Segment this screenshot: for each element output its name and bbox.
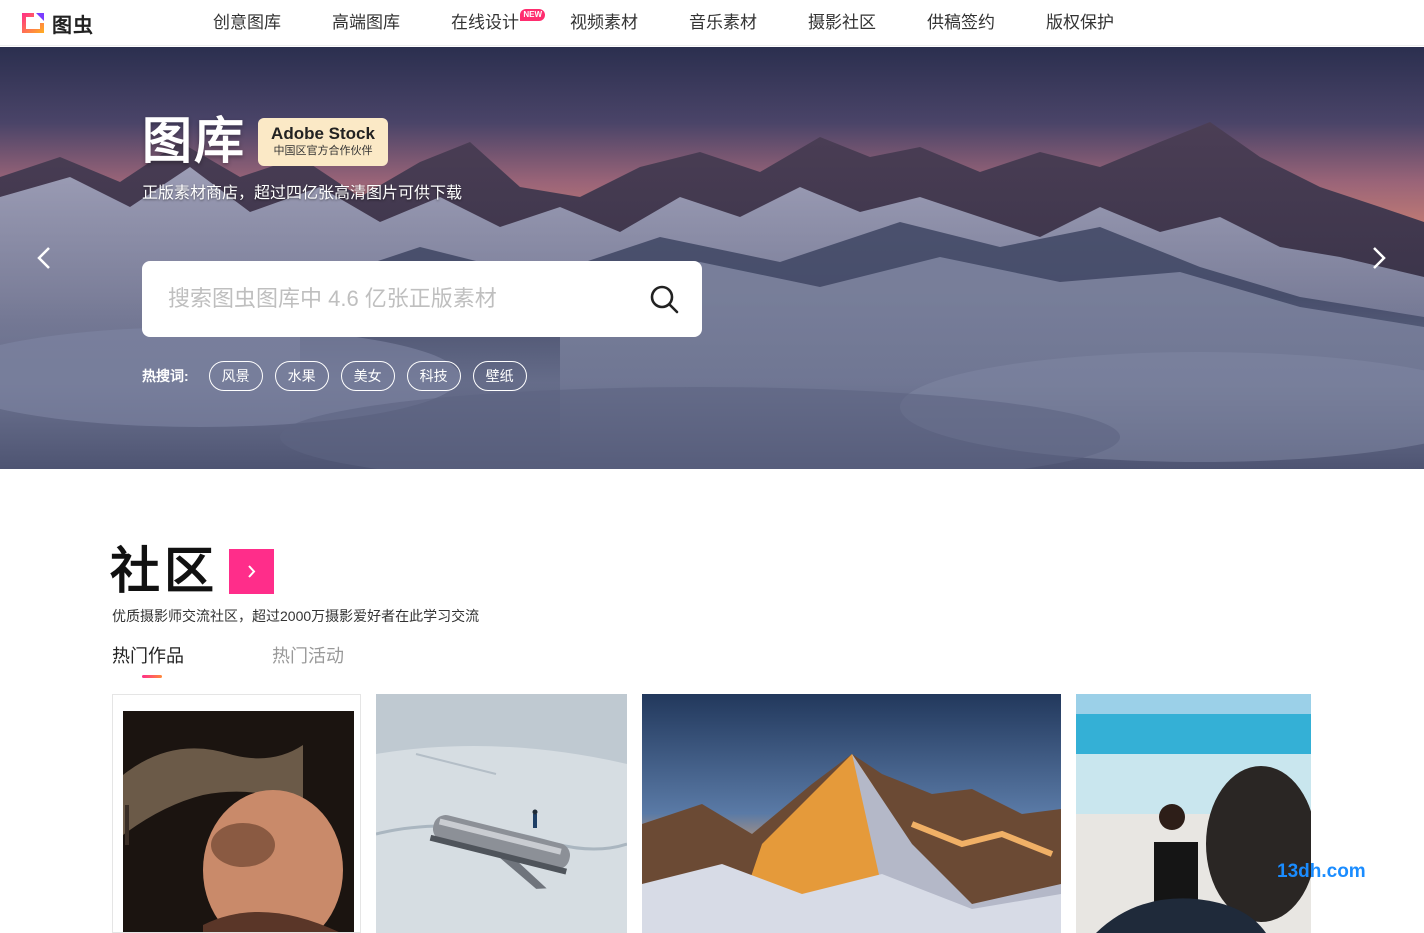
search-bar: [142, 261, 702, 337]
nav-item-label: 版权保护: [1046, 13, 1114, 32]
gallery-item-plane-wreck[interactable]: [376, 694, 627, 933]
gallery-item-beach-portrait[interactable]: [1076, 694, 1311, 933]
chevron-right-icon: [248, 565, 256, 578]
nav-item-label: 摄影社区: [808, 13, 876, 32]
nav-item-video[interactable]: 视频素材: [570, 0, 638, 46]
hot-tag-fruit[interactable]: 水果: [274, 361, 329, 391]
top-nav-bar: 图虫 创意图库 高端图库 在线设计 NEW 视频素材 音乐素材 摄影社区 供稿签约…: [0, 0, 1424, 46]
hero-mountain-image: [0, 47, 1424, 469]
adobe-badge-name: Adobe Stock: [271, 124, 375, 143]
portrait-photo: [113, 695, 360, 932]
nav-item-copyright[interactable]: 版权保护: [1046, 0, 1114, 46]
hot-search-row: 热搜词: 风景 水果 美女 科技 壁纸: [142, 361, 539, 391]
nav-item-photo-community[interactable]: 摄影社区: [808, 0, 876, 46]
logo-text: 图虫: [52, 14, 94, 37]
tab-hot-events[interactable]: 热门活动: [272, 643, 344, 669]
adobe-stock-badge[interactable]: Adobe Stock 中国区官方合作伙伴: [258, 118, 388, 166]
nav-item-label: 在线设计: [451, 13, 519, 32]
nav-item-music[interactable]: 音乐素材: [689, 0, 757, 46]
hot-tag-tech[interactable]: 科技: [406, 361, 461, 391]
new-badge: NEW: [520, 9, 545, 21]
main-nav: 创意图库 高端图库 在线设计 NEW 视频素材 音乐素材 摄影社区 供稿签约 版权…: [213, 0, 1165, 46]
search-icon: [650, 285, 679, 314]
golden-peak-photo: [642, 694, 1061, 933]
search-button[interactable]: [648, 283, 680, 315]
nav-item-creative-stock[interactable]: 创意图库: [213, 0, 281, 46]
community-subtitle: 优质摄影师交流社区，超过2000万摄影爱好者在此学习交流: [112, 608, 480, 624]
logo-mark-icon: [20, 11, 46, 35]
hot-tag-beauty[interactable]: 美女: [340, 361, 395, 391]
nav-item-label: 视频素材: [570, 13, 638, 32]
carousel-next-button[interactable]: [1363, 243, 1393, 273]
hot-tag-wallpaper[interactable]: 壁纸: [472, 361, 527, 391]
nav-item-label: 高端图库: [332, 13, 400, 32]
nav-item-label: 音乐素材: [689, 13, 757, 32]
hot-search-label: 热搜词:: [142, 368, 189, 384]
nav-item-premium-stock[interactable]: 高端图库: [332, 0, 400, 46]
beach-portrait-photo: [1076, 694, 1311, 933]
community-tabs: 热门作品 热门活动: [112, 643, 432, 678]
nav-item-contributor[interactable]: 供稿签约: [927, 0, 995, 46]
community-title: 社区: [110, 543, 218, 599]
nav-item-online-design[interactable]: 在线设计 NEW: [451, 0, 545, 46]
nav-item-label: 供稿签约: [927, 13, 995, 32]
hero-title: 图库: [142, 113, 246, 169]
chevron-right-icon: [1373, 247, 1386, 269]
site-logo[interactable]: 图虫: [20, 10, 94, 37]
community-more-button[interactable]: [229, 549, 274, 594]
search-input[interactable]: [168, 286, 638, 312]
chevron-left-icon: [37, 247, 50, 269]
carousel-prev-button[interactable]: [30, 243, 60, 273]
watermark-text: 13dh.com: [1277, 861, 1366, 882]
hot-tag-landscape[interactable]: 风景: [208, 361, 263, 391]
hero-banner: 图库 Adobe Stock 中国区官方合作伙伴 正版素材商店，超过四亿张高清图…: [0, 47, 1424, 469]
tab-hot-works[interactable]: 热门作品: [112, 643, 184, 678]
hero-subtitle: 正版素材商店，超过四亿张高清图片可供下载: [142, 185, 463, 202]
nav-item-label: 创意图库: [213, 13, 281, 32]
gallery-item-portrait[interactable]: [112, 694, 361, 933]
plane-wreck-photo: [376, 694, 627, 933]
gallery-item-golden-peak[interactable]: [642, 694, 1061, 933]
adobe-badge-caption: 中国区官方合作伙伴: [273, 145, 373, 157]
